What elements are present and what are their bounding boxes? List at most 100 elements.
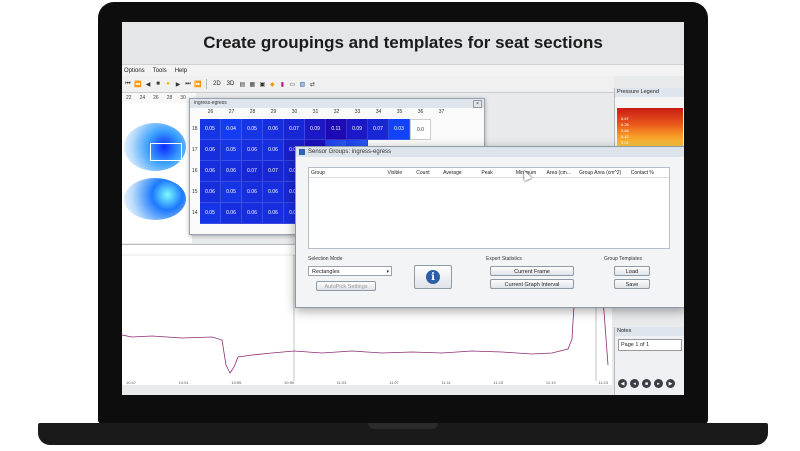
autopick-settings-button[interactable]: AutoPick Settings xyxy=(316,281,376,291)
grid-cell[interactable]: 0.05 xyxy=(221,140,242,161)
column-header: 37 xyxy=(438,109,445,115)
grid-cell[interactable]: 0.09 xyxy=(305,119,326,140)
grid-cell[interactable]: 0.06 xyxy=(200,161,221,182)
grid-cell[interactable]: 0.06 xyxy=(221,203,242,224)
row-headers: 18 17 16 15 14 xyxy=(192,119,200,224)
graph-tick-label: 10:51 xyxy=(178,380,189,385)
rewind-icon[interactable]: ◀ xyxy=(618,379,627,388)
notes-title: Notes xyxy=(615,327,684,336)
selection-mode-value: Rectangles xyxy=(312,269,340,275)
grid-cell[interactable]: 0.06 xyxy=(263,203,284,224)
grid-cell[interactable]: 0.06 xyxy=(242,203,263,224)
grid-cell[interactable]: 0.05 xyxy=(242,119,263,140)
column-header: 31 xyxy=(312,109,319,115)
grid-cell[interactable]: 0.09 xyxy=(347,119,368,140)
next-frame-icon[interactable]: ⏭ xyxy=(184,80,192,88)
grid-cell[interactable]: 0.05 xyxy=(200,203,221,224)
first-frame-icon[interactable]: ⏮ xyxy=(124,80,132,88)
step-back-icon[interactable]: ◀ xyxy=(144,80,152,88)
current-graph-interval-button[interactable]: Current Graph Interval xyxy=(490,279,574,289)
load-button[interactable]: Load xyxy=(614,266,650,276)
table-column-header[interactable]: Visible xyxy=(386,170,415,176)
table-column-header[interactable]: Group Area (cm^2) xyxy=(577,170,629,176)
forward-icon[interactable]: ▸ xyxy=(654,379,663,388)
graph-x-axis: 10:47 10:51 10:55 10:59 11:03 11:07 11:11 11:15… xyxy=(122,380,612,390)
ruler-tick: 26 xyxy=(153,95,159,101)
column-header: 36 xyxy=(417,109,424,115)
groups-table-header: Group Visible Count Average Peak Minimum Area … xyxy=(309,168,669,178)
grid-cell[interactable]: 0.03 xyxy=(389,119,410,140)
menu-help[interactable]: Help xyxy=(175,68,187,74)
current-frame-button[interactable]: Current Frame xyxy=(490,266,574,276)
chart-icon[interactable]: ▤ xyxy=(238,80,246,88)
notes-panel: Notes Page 1 of 1 ◀ ◂ ■ ▸ ▶ xyxy=(614,327,684,395)
grid-cell[interactable]: 0.11 xyxy=(326,119,347,140)
row-header: 17 xyxy=(192,147,198,153)
heatmap-panel xyxy=(122,93,192,243)
dialog-app-icon xyxy=(299,149,305,155)
page-indicator: Page 1 of 1 xyxy=(618,339,682,351)
view-2d-button[interactable]: 2D xyxy=(211,81,223,87)
stop-icon[interactable]: ■ xyxy=(154,80,162,88)
table-column-header[interactable]: Peak xyxy=(479,170,513,176)
pause-icon[interactable]: ■ xyxy=(642,379,651,388)
grid-cell[interactable] xyxy=(431,119,452,140)
record-icon[interactable]: ● xyxy=(164,80,172,88)
last-frame-icon[interactable]: ⏩ xyxy=(194,80,202,88)
selection-mode-label: Selection Mode xyxy=(308,256,343,262)
table-column-header[interactable]: Area (cm... xyxy=(545,170,578,176)
sensor-groups-dialog: Sensor Groups: ingress-egress Group Visib… xyxy=(295,146,684,308)
grid-cell[interactable]: 0.07 xyxy=(368,119,389,140)
back-icon[interactable]: ◂ xyxy=(630,379,639,388)
playback-controls: ◀ ◂ ■ ▸ ▶ xyxy=(618,379,675,388)
banner-title: Create groupings and templates for seat … xyxy=(122,22,684,65)
selection-rect[interactable] xyxy=(150,143,182,161)
grid-cell[interactable]: 0.06 xyxy=(263,182,284,203)
table-column-header[interactable]: Contact % xyxy=(629,170,669,176)
ruler-icon[interactable]: ▭ xyxy=(288,80,296,88)
graph-tick-label: 10:59 xyxy=(284,380,295,385)
menu-options[interactable]: Options xyxy=(124,68,145,74)
grid-cell[interactable]: 0.05 xyxy=(200,119,221,140)
close-icon[interactable]: × xyxy=(473,100,482,108)
info-button[interactable]: i xyxy=(414,265,452,289)
group-templates-label: Group Templates xyxy=(604,256,642,262)
window-icon[interactable]: ▣ xyxy=(258,80,266,88)
bars-icon[interactable]: ▮ xyxy=(278,80,286,88)
grid-cell[interactable]: 0.04 xyxy=(221,119,242,140)
save-button[interactable]: Save xyxy=(614,279,650,289)
column-header: 26 xyxy=(207,109,214,115)
table-column-header[interactable]: Count xyxy=(414,170,441,176)
column-header: 33 xyxy=(354,109,361,115)
groups-icon[interactable]: ▧ xyxy=(298,80,306,88)
table-column-header[interactable]: Average xyxy=(441,170,479,176)
view-3d-button[interactable]: 3D xyxy=(225,81,237,87)
grid-cell[interactable]: 0.06 xyxy=(221,161,242,182)
prev-frame-icon[interactable]: ⏪ xyxy=(134,80,142,88)
grid-cell[interactable]: 0.07 xyxy=(263,161,284,182)
grid-cell[interactable]: 0.06 xyxy=(263,119,284,140)
grid-cell[interactable]: 0.06 xyxy=(263,140,284,161)
selection-mode-select[interactable]: Rectangles ▾ xyxy=(308,266,392,276)
grid-cell[interactable]: 0.05 xyxy=(221,182,242,203)
grid-cell[interactable]: 0.06 xyxy=(242,140,263,161)
palette-icon[interactable]: ◆ xyxy=(268,80,276,88)
grid-cell[interactable]: 0.06 xyxy=(200,140,221,161)
legend-value: 5.42 xyxy=(621,134,629,139)
screen: Create groupings and templates for seat … xyxy=(122,22,684,395)
grid-window-title-text: ingress-egress xyxy=(194,100,227,106)
grid-cell[interactable]: 0.0 xyxy=(410,119,431,140)
ruler-tick: 28 xyxy=(166,95,173,101)
menu-tools[interactable]: Tools xyxy=(153,68,167,74)
grid-cell[interactable]: 0.07 xyxy=(242,161,263,182)
pressure-legend-title: Pressure Legend xyxy=(615,88,684,97)
play-icon[interactable]: ▶ xyxy=(174,80,182,88)
groups-table[interactable]: Group Visible Count Average Peak Minimum Area … xyxy=(308,167,670,249)
grid-cell[interactable]: 0.06 xyxy=(242,182,263,203)
table-column-header[interactable]: Group xyxy=(309,170,386,176)
grid-icon[interactable]: ▦ xyxy=(248,80,256,88)
compare-icon[interactable]: ⇄ xyxy=(308,80,316,88)
end-icon[interactable]: ▶ xyxy=(666,379,675,388)
grid-cell[interactable]: 0.07 xyxy=(284,119,305,140)
grid-cell[interactable]: 0.06 xyxy=(200,182,221,203)
